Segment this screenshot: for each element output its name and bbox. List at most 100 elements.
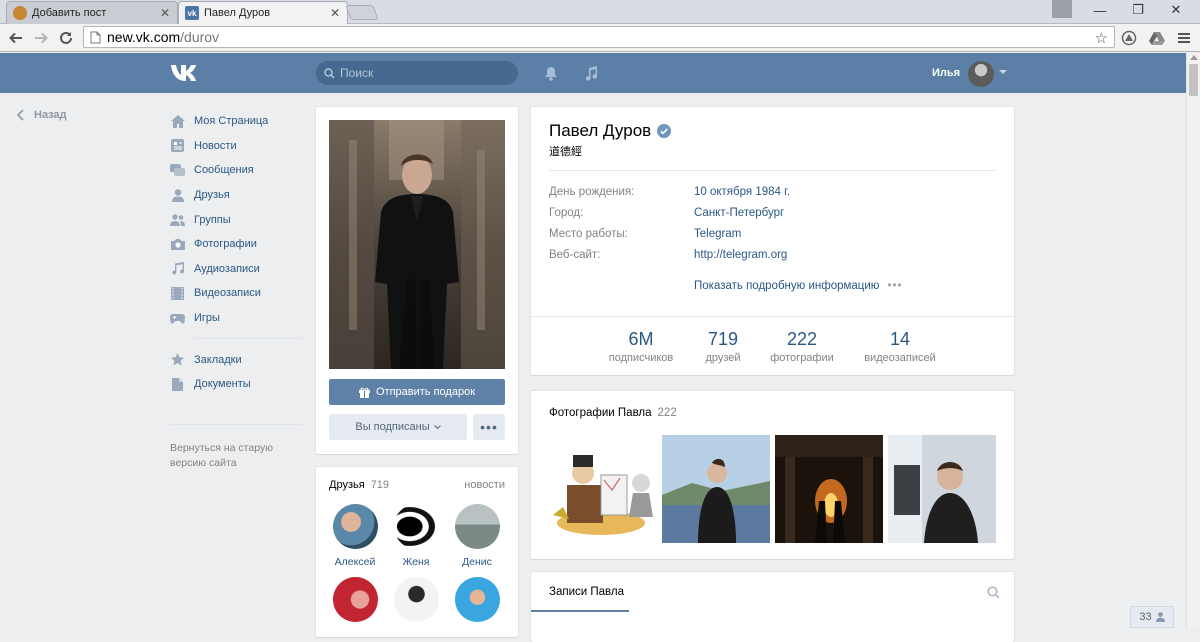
counter-videos[interactable]: 14 видеозаписей <box>857 329 943 364</box>
profile-status[interactable]: 道德經 <box>549 143 582 159</box>
send-gift-button[interactable]: Отправить подарок <box>329 379 505 405</box>
friend-item[interactable] <box>447 577 507 622</box>
browser-user-icon[interactable] <box>1052 0 1072 18</box>
sidebar-item-bookmarks[interactable]: Закладки <box>170 347 302 372</box>
sidebar-item-video[interactable]: Видеозаписи <box>170 281 302 306</box>
profile-photo[interactable] <box>329 120 505 369</box>
messages-icon <box>170 163 185 178</box>
friend-avatar[interactable] <box>393 577 439 622</box>
friends-count: 719 <box>370 479 390 491</box>
send-gift-label: Отправить подарок <box>375 386 476 398</box>
vk-favicon-icon: vk <box>185 6 199 20</box>
new-tab-button[interactable] <box>345 5 379 20</box>
back-arrow-icon[interactable] <box>6 28 26 48</box>
counter-friends[interactable]: 719 друзей <box>691 329 755 364</box>
search-box[interactable] <box>316 61 518 85</box>
photos-header[interactable]: Фотографии Павла 222 <box>549 407 677 419</box>
sidebar-item-label: Игры <box>194 312 220 325</box>
friend-item[interactable] <box>386 577 446 622</box>
photos-title: Фотографии Павла <box>549 407 652 419</box>
close-tab-icon[interactable]: ✕ <box>329 7 341 19</box>
friend-item[interactable] <box>325 577 385 622</box>
friend-avatar[interactable] <box>332 577 378 622</box>
info-value[interactable]: 10 октября 1984 г. <box>694 186 790 198</box>
counter-value: 222 <box>786 329 818 349</box>
maximize-icon[interactable]: ❐ <box>1120 0 1156 20</box>
menu-hamburger-icon[interactable] <box>1175 29 1193 47</box>
photo-thumbnail[interactable] <box>775 435 883 543</box>
friend-avatar[interactable] <box>454 577 500 622</box>
forward-arrow-icon[interactable] <box>31 28 51 48</box>
friend-name[interactable]: Женя <box>386 556 446 568</box>
sidebar-item-friends[interactable]: Друзья <box>170 183 302 208</box>
close-tab-icon[interactable]: ✕ <box>159 7 171 19</box>
sidebar-item-messages[interactable]: Сообщения <box>170 158 302 183</box>
notifications-bell-icon[interactable] <box>543 65 559 81</box>
tab-posts[interactable]: Записи Павла <box>549 586 624 598</box>
bookmark-star-icon[interactable]: ☆ <box>1095 29 1108 47</box>
minimize-icon[interactable]: — <box>1082 0 1118 20</box>
info-value[interactable]: http://telegram.org <box>694 249 787 261</box>
scroll-up-arrow-icon[interactable] <box>1190 55 1198 60</box>
gamepad-icon <box>170 311 185 326</box>
photo-thumbnail[interactable] <box>549 435 657 543</box>
close-window-icon[interactable]: ✕ <box>1158 0 1194 20</box>
counter-value: 6M <box>628 329 654 349</box>
scrollbar-thumb[interactable] <box>1189 64 1198 96</box>
sidebar-item-documents[interactable]: Документы <box>170 372 302 397</box>
current-user-name[interactable]: Илья <box>932 67 960 79</box>
subscribed-button[interactable]: Вы подписаны <box>329 414 467 440</box>
sidebar-item-label: Друзья <box>194 189 230 202</box>
friends-news-link[interactable]: новости <box>464 479 505 491</box>
sidebar-item-games[interactable]: Игры <box>170 306 302 331</box>
browser-tab-durov[interactable]: vk Павел Дуров ✕ <box>178 1 348 24</box>
posts-card: Записи Павла <box>531 572 1014 642</box>
ellipsis-icon: ••• <box>887 280 903 292</box>
info-value[interactable]: Санкт-Петербург <box>694 207 784 219</box>
search-input[interactable] <box>340 66 510 80</box>
extension-icon[interactable] <box>1120 29 1138 47</box>
old-version-link[interactable]: Вернуться на старую версию сайта <box>170 441 300 471</box>
vk-logo-icon[interactable] <box>170 64 200 82</box>
counter-value: 14 <box>889 329 911 349</box>
video-icon <box>170 286 185 301</box>
drive-icon[interactable] <box>1148 29 1166 47</box>
photo-thumbnail[interactable] <box>888 435 996 543</box>
friend-item[interactable]: Денис <box>447 504 507 568</box>
star-icon <box>170 352 185 367</box>
music-note-icon[interactable] <box>583 65 599 81</box>
search-icon[interactable] <box>987 586 1000 599</box>
reload-icon[interactable] <box>56 28 76 48</box>
info-value[interactable]: Telegram <box>694 228 741 240</box>
photo-thumbnail[interactable] <box>662 435 770 543</box>
browser-tab-add-post[interactable]: Добавить пост ✕ <box>6 1 178 24</box>
sidebar-item-news[interactable]: Новости <box>170 134 302 159</box>
sidebar-item-audio[interactable]: Аудиозаписи <box>170 257 302 282</box>
friend-avatar[interactable] <box>393 504 439 549</box>
counter-photos[interactable]: 222 фотографии <box>764 329 840 364</box>
friend-item[interactable]: Женя <box>386 504 446 568</box>
chevron-down-icon[interactable] <box>999 70 1007 74</box>
divider <box>549 170 996 171</box>
sidebar-item-label: Закладки <box>194 353 242 366</box>
url-field[interactable]: new.vk.com/durov ☆ <box>83 26 1115 48</box>
verified-check-icon[interactable] <box>657 124 672 138</box>
address-bar: new.vk.com/durov ☆ <box>0 24 1200 52</box>
show-more-info-link[interactable]: Показать подробную информацию ••• <box>694 280 903 292</box>
sidebar-divider <box>170 424 302 425</box>
chat-counter-button[interactable]: 33 <box>1130 606 1174 628</box>
sidebar-item-groups[interactable]: Группы <box>170 207 302 232</box>
page-scrollbar[interactable] <box>1186 53 1200 628</box>
friend-avatar[interactable] <box>332 504 378 549</box>
sidebar-item-my-page[interactable]: Моя Страница <box>170 109 302 134</box>
counter-followers[interactable]: 6M подписчиков <box>601 329 681 364</box>
friend-name[interactable]: Алексей <box>325 556 385 568</box>
friends-title[interactable]: Друзья <box>329 479 365 491</box>
friend-name[interactable]: Денис <box>447 556 507 568</box>
friend-item[interactable]: Алексей <box>325 504 385 568</box>
friend-avatar[interactable] <box>454 504 500 549</box>
current-user-avatar[interactable] <box>968 61 994 87</box>
back-link[interactable]: Назад <box>16 109 67 121</box>
sidebar-item-photos[interactable]: Фотографии <box>170 232 302 257</box>
more-actions-button[interactable]: ••• <box>473 414 505 440</box>
